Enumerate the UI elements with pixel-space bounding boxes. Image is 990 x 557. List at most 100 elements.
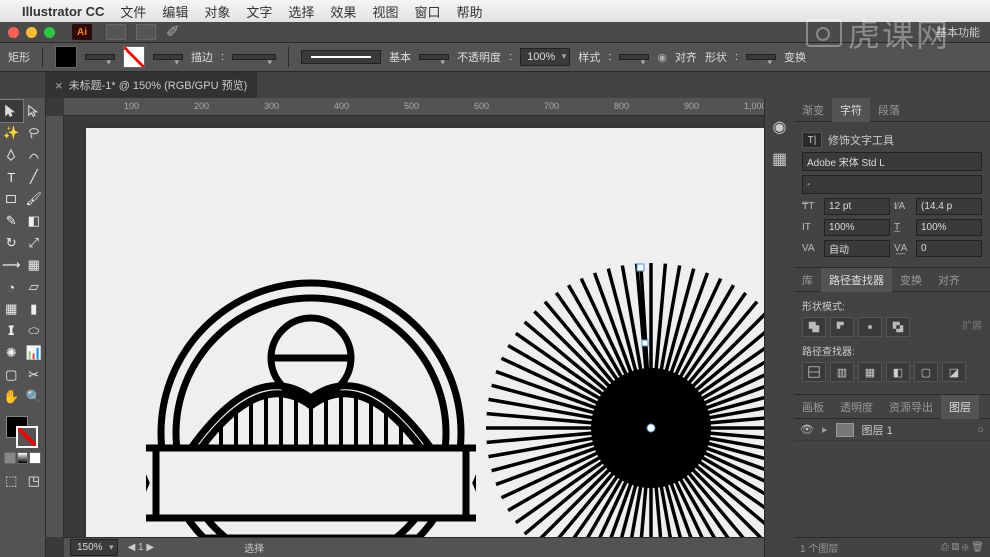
slice-tool[interactable]: ✂ [23,364,46,386]
stroke-swatch[interactable] [123,46,145,68]
shape-builder-tool[interactable]: ◔ [0,276,23,298]
rotate-tool[interactable]: ↻ [0,232,23,254]
column-graph-tool[interactable]: 📊 [23,342,46,364]
menu-window[interactable]: 窗口 [414,2,440,21]
tab-transform[interactable]: 变换 [892,268,930,292]
rectangle-tool[interactable] [0,188,23,210]
magic-wand-tool[interactable]: ✨ [0,122,23,144]
hscale-input[interactable] [916,219,982,236]
free-transform-tool[interactable]: ▦ [23,254,46,276]
fill-dropdown[interactable] [85,54,115,60]
target-icon[interactable]: ○ [977,424,984,436]
blend-tool[interactable]: ⬭ [23,320,46,342]
workspace-label[interactable]: 基本功能 [936,24,980,40]
brush-preview[interactable] [301,50,381,64]
shape-dropdown[interactable] [746,54,776,60]
touch-type-icon[interactable]: T| [802,132,822,148]
menu-object[interactable]: 对象 [204,2,230,21]
perspective-tool[interactable]: ▱ [23,276,46,298]
tab-transparency[interactable]: 透明度 [832,395,881,419]
arrange-docs-button[interactable] [136,24,156,40]
tab-paragraph[interactable]: 段落 [870,98,908,122]
stroke-dropdown[interactable] [153,54,183,60]
stroke-weight-input[interactable] [232,54,276,60]
expand-button[interactable]: 扩展 [962,317,982,337]
horizontal-ruler[interactable]: 100 200 300 400 500 600 700 800 900 1,00… [64,98,764,116]
tab-asset-export[interactable]: 资源导出 [881,395,941,419]
artboard-tool[interactable]: ▢ [0,364,23,386]
canvas-area[interactable]: 100 200 300 400 500 600 700 800 900 1,00… [46,98,764,557]
pen-tool[interactable] [0,144,23,166]
shaper-tool[interactable]: ✎ [0,210,23,232]
scale-tool[interactable]: ⤢ [23,232,46,254]
artboard[interactable] [86,128,764,557]
layer-row[interactable]: 👁 ▸ 图层 1 ○ [794,419,990,441]
color-mode-none[interactable] [29,452,41,464]
exclude-button[interactable] [886,317,910,337]
layer-thumbnail[interactable] [836,423,854,437]
brush-def-dropdown[interactable] [419,54,449,60]
symbol-sprayer-tool[interactable]: ✺ [0,342,23,364]
artboard-nav[interactable]: ◀ 1 ▶ [128,542,155,553]
eyedropper-tool[interactable]: 𝗜 [0,320,23,342]
menu-type[interactable]: 文字 [246,2,272,21]
type-tool[interactable]: T [0,166,23,188]
swatch-panel-icon[interactable]: ▦ [771,150,789,168]
menu-edit[interactable]: 编辑 [162,2,188,21]
trim-button[interactable]: ▥ [830,362,854,382]
fill-swatch[interactable] [55,46,77,68]
tracking-input[interactable] [916,240,982,257]
tab-align[interactable]: 对齐 [930,268,968,292]
tab-artboards[interactable]: 画板 [794,395,832,419]
leading-input[interactable] [916,198,982,215]
align-icon[interactable]: ◉ [657,51,667,64]
menu-view[interactable]: 视图 [372,2,398,21]
font-size-input[interactable] [824,198,890,215]
intersect-button[interactable] [858,317,882,337]
menu-file[interactable]: 文件 [120,2,146,21]
selection-tool[interactable] [0,100,23,122]
style-dropdown[interactable] [619,54,649,60]
app-name[interactable]: Illustrator CC [22,4,104,19]
opacity-input[interactable]: 100% [520,48,570,66]
font-style-select[interactable] [802,175,982,194]
bridge-button[interactable] [106,24,126,40]
brush-icon[interactable]: ✐ [166,22,179,42]
minimize-window-button[interactable] [26,27,37,38]
shape-label[interactable]: 形状 [705,49,727,65]
tab-library[interactable]: 库 [794,268,821,292]
eraser-tool[interactable]: ◧ [23,210,46,232]
width-tool[interactable]: ⟿ [0,254,23,276]
tab-pathfinder[interactable]: 路径查找器 [821,268,892,292]
stroke-color[interactable] [16,426,38,448]
outline-button[interactable]: ▢ [914,362,938,382]
document-tab[interactable]: × 未标题-1* @ 150% (RGB/GPU 预览) [45,72,257,98]
align-label[interactable]: 对齐 [675,49,697,65]
zoom-dropdown[interactable]: 150% [70,539,118,556]
tab-gradient[interactable]: 渐变 [794,98,832,122]
menu-help[interactable]: 帮助 [456,2,482,21]
draw-mode[interactable]: ◳ [23,470,46,492]
line-tool[interactable]: ╱ [23,166,46,188]
transform-label[interactable]: 变换 [784,49,806,65]
hand-tool[interactable]: ✋ [0,386,23,408]
mesh-tool[interactable]: ▦ [0,298,23,320]
layers-footer-buttons[interactable]: ⎙ ▦ ⊕ 🗑 [941,542,984,553]
merge-button[interactable]: ▦ [858,362,882,382]
vscale-input[interactable] [824,219,890,236]
fullscreen-window-button[interactable] [44,27,55,38]
curvature-tool[interactable] [23,144,46,166]
direct-selection-tool[interactable] [23,100,46,122]
paintbrush-tool[interactable]: 🖌 [23,188,46,210]
vertical-ruler[interactable] [46,116,64,537]
menu-effect[interactable]: 效果 [330,2,356,21]
divide-button[interactable] [802,362,826,382]
color-mode-gradient[interactable] [17,452,29,464]
color-panel-icon[interactable]: ◉ [771,118,789,136]
visibility-icon[interactable]: 👁 [800,423,814,437]
gradient-tool[interactable]: ▮ [23,298,46,320]
lasso-tool[interactable] [23,122,46,144]
crop-button[interactable]: ◧ [886,362,910,382]
tab-layers[interactable]: 图层 [941,395,979,419]
font-family-select[interactable] [802,152,982,171]
